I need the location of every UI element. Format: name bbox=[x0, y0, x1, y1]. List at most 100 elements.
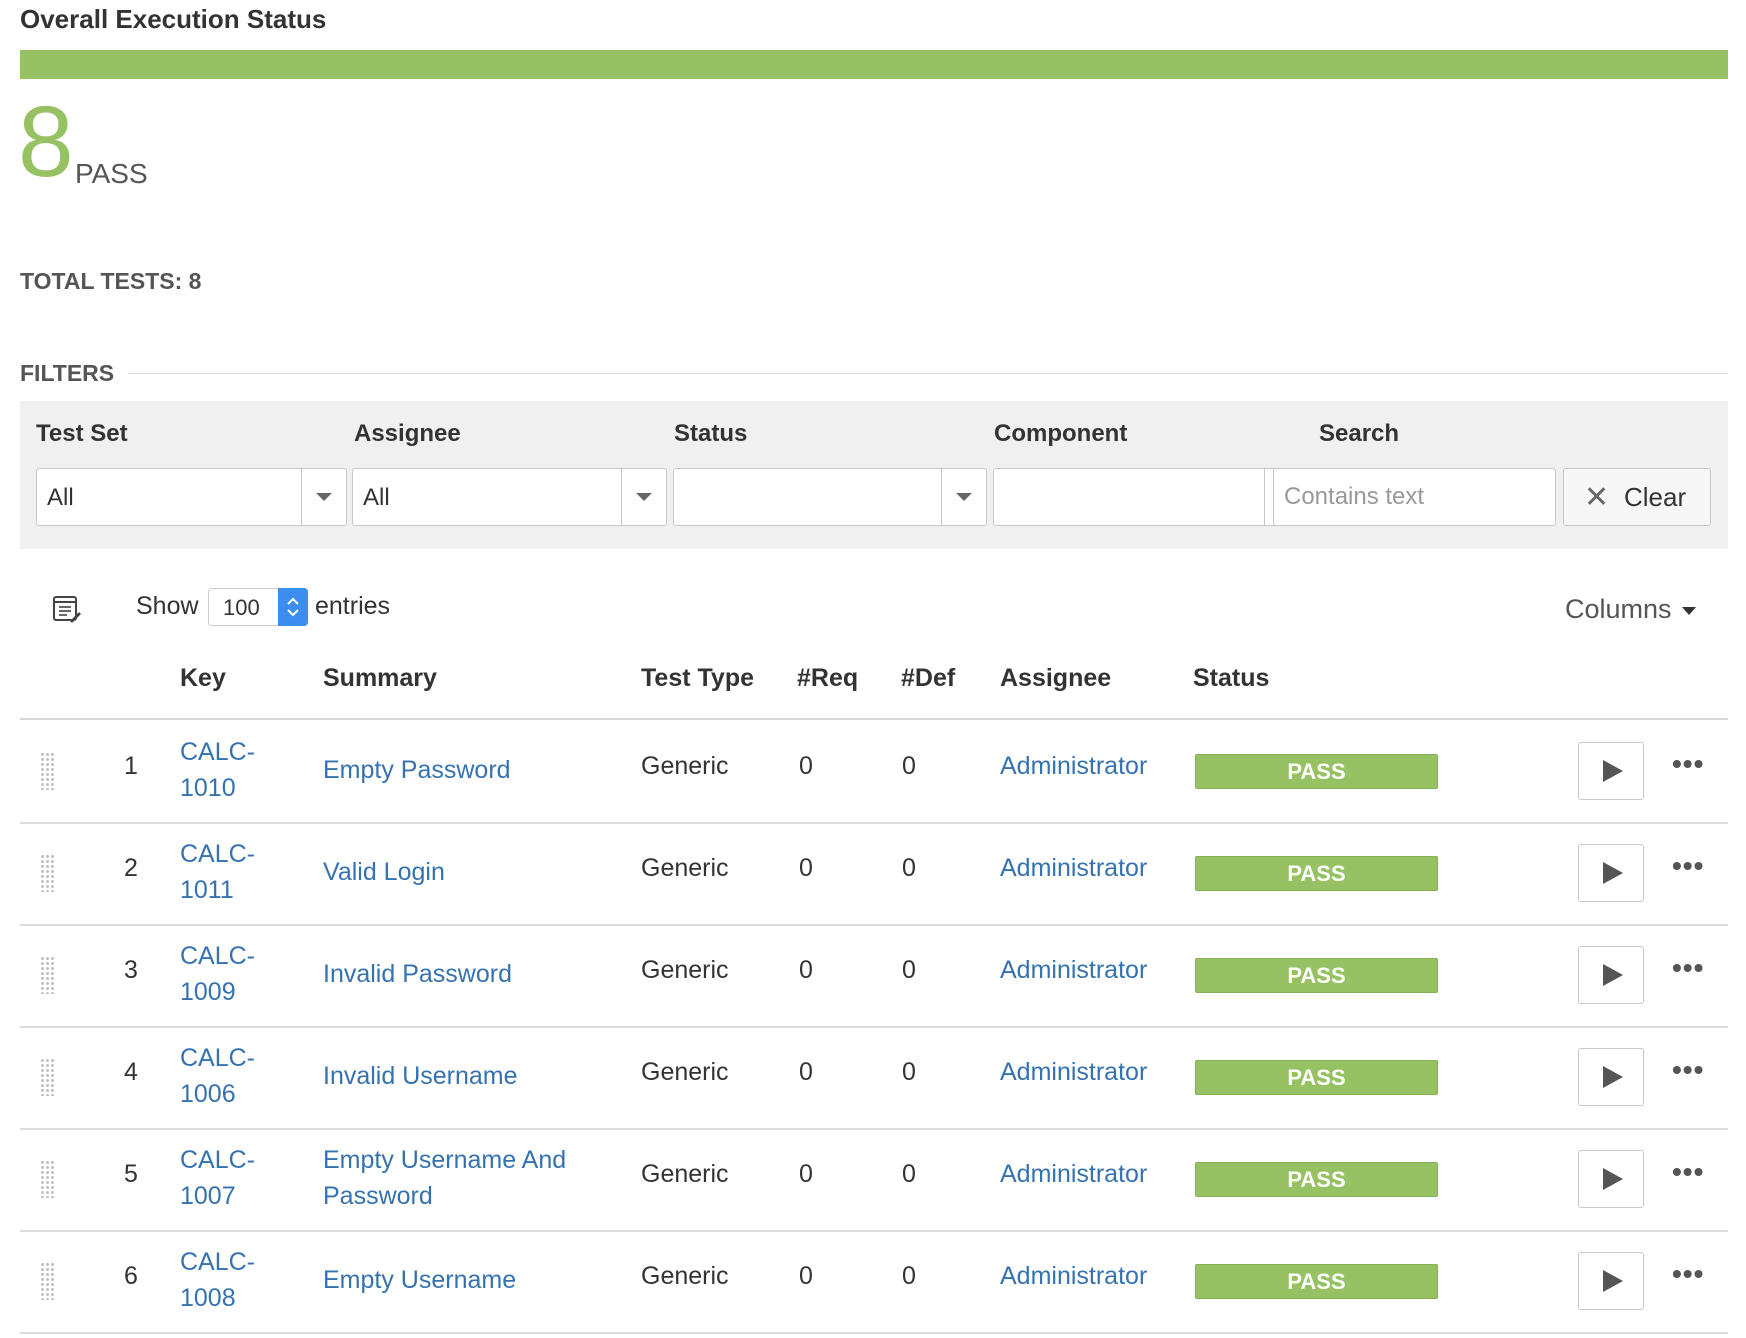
issue-key-link[interactable]: CALC- 1011 bbox=[180, 836, 255, 908]
assignee-link[interactable]: Administrator bbox=[1000, 752, 1147, 781]
test-type: Generic bbox=[641, 956, 729, 984]
caret-down-icon bbox=[1681, 606, 1696, 615]
status-badge: PASS bbox=[1195, 754, 1438, 789]
drag-handle-icon[interactable] bbox=[40, 1160, 54, 1198]
play-icon bbox=[1603, 760, 1623, 782]
issue-key-link[interactable]: CALC- 1006 bbox=[180, 1040, 255, 1112]
row-rank: 4 bbox=[124, 1058, 138, 1086]
issue-key-prefix: CALC- bbox=[180, 942, 256, 970]
clear-button[interactable]: ✕ Clear bbox=[1563, 468, 1711, 526]
status-badge: PASS bbox=[1195, 1162, 1438, 1197]
test-set-select[interactable]: All bbox=[36, 468, 347, 526]
issue-key-number: 1011 bbox=[180, 876, 234, 904]
table-row: 1 CALC- 1010 Empty Password Generic 0 0 Adminis… bbox=[20, 720, 1728, 824]
test-type: Generic bbox=[641, 1058, 729, 1086]
entries-select[interactable]: 100 bbox=[208, 588, 308, 626]
table-row: 4 CALC- 1006 Invalid Username Generic 0 0 Admin… bbox=[20, 1026, 1728, 1130]
drag-handle-icon[interactable] bbox=[40, 956, 54, 994]
issue-key-link[interactable]: CALC- 1009 bbox=[180, 938, 255, 1010]
column-header-assignee[interactable]: Assignee bbox=[1000, 664, 1111, 693]
execute-button[interactable] bbox=[1578, 1150, 1644, 1208]
def-count: 0 bbox=[902, 1160, 916, 1188]
table-settings-icon[interactable] bbox=[52, 594, 82, 624]
req-count: 0 bbox=[799, 1160, 813, 1188]
issue-key-prefix: CALC- bbox=[180, 840, 256, 868]
more-icon[interactable]: ••• bbox=[1672, 748, 1704, 780]
def-count: 0 bbox=[902, 956, 916, 984]
entries-value: 100 bbox=[223, 595, 260, 620]
play-icon bbox=[1603, 1168, 1623, 1190]
column-header-test-type[interactable]: Test Type bbox=[641, 664, 754, 693]
drag-handle-icon[interactable] bbox=[40, 1058, 54, 1096]
status-select[interactable] bbox=[673, 468, 987, 526]
search-input[interactable] bbox=[1273, 468, 1556, 526]
summary-link[interactable]: Empty Password bbox=[323, 752, 603, 788]
close-icon: ✕ bbox=[1584, 481, 1610, 514]
issue-key-prefix: CALC- bbox=[180, 738, 256, 766]
test-type: Generic bbox=[641, 1160, 729, 1188]
assignee-link[interactable]: Administrator bbox=[1000, 1058, 1147, 1087]
req-count: 0 bbox=[799, 752, 813, 780]
assignee-link[interactable]: Administrator bbox=[1000, 956, 1147, 985]
table-row: 5 CALC- 1007 Empty Username And Password Gen… bbox=[20, 1128, 1728, 1232]
def-count: 0 bbox=[902, 1262, 916, 1290]
more-icon[interactable]: ••• bbox=[1672, 850, 1704, 882]
columns-button[interactable]: Columns bbox=[1565, 594, 1696, 625]
assignee-value: All bbox=[363, 484, 390, 511]
column-header-req[interactable]: #Req bbox=[797, 664, 858, 693]
status-badge: PASS bbox=[1195, 1060, 1438, 1095]
column-header-status[interactable]: Status bbox=[1193, 664, 1269, 693]
test-type: Generic bbox=[641, 752, 729, 780]
play-icon bbox=[1603, 964, 1623, 986]
row-rank: 1 bbox=[124, 752, 138, 780]
more-icon[interactable]: ••• bbox=[1672, 1156, 1704, 1188]
drag-handle-icon[interactable] bbox=[40, 854, 54, 892]
total-tests: TOTAL TESTS: 8 bbox=[20, 268, 202, 294]
status-bar-pass-fill bbox=[20, 50, 1728, 79]
assignee-link[interactable]: Administrator bbox=[1000, 1160, 1147, 1189]
drag-handle-icon[interactable] bbox=[40, 1262, 54, 1300]
more-icon[interactable]: ••• bbox=[1672, 1054, 1704, 1086]
assignee-link[interactable]: Administrator bbox=[1000, 854, 1147, 883]
summary-link[interactable]: Empty Username bbox=[323, 1262, 603, 1298]
issue-key-prefix: CALC- bbox=[180, 1146, 256, 1174]
execute-button[interactable] bbox=[1578, 946, 1644, 1004]
execute-button[interactable] bbox=[1578, 1252, 1644, 1310]
execute-button[interactable] bbox=[1578, 844, 1644, 902]
def-count: 0 bbox=[902, 752, 916, 780]
table-row: 6 CALC- 1008 Empty Username Generic 0 0 Adminis… bbox=[20, 1230, 1728, 1334]
more-icon[interactable]: ••• bbox=[1672, 1258, 1704, 1290]
more-icon[interactable]: ••• bbox=[1672, 952, 1704, 984]
column-header-summary[interactable]: Summary bbox=[323, 664, 437, 693]
issue-key-link[interactable]: CALC- 1010 bbox=[180, 734, 255, 806]
row-rank: 6 bbox=[124, 1262, 138, 1290]
assignee-link[interactable]: Administrator bbox=[1000, 1262, 1147, 1291]
issue-key-link[interactable]: CALC- 1008 bbox=[180, 1244, 255, 1316]
chevron-down-icon bbox=[621, 469, 666, 525]
summary-link[interactable]: Invalid Password bbox=[323, 956, 603, 992]
show-label: Show bbox=[136, 592, 199, 620]
execute-button[interactable] bbox=[1578, 1048, 1644, 1106]
execute-button[interactable] bbox=[1578, 742, 1644, 800]
summary-link[interactable]: Invalid Username bbox=[323, 1058, 603, 1094]
play-icon bbox=[1603, 862, 1623, 884]
status-badge: PASS bbox=[1195, 1264, 1438, 1299]
issue-key-number: 1008 bbox=[180, 1284, 236, 1312]
req-count: 0 bbox=[799, 956, 813, 984]
row-rank: 3 bbox=[124, 956, 138, 984]
assignee-select[interactable]: All bbox=[352, 468, 667, 526]
drag-handle-icon[interactable] bbox=[40, 752, 54, 790]
summary-link[interactable]: Valid Login bbox=[323, 854, 603, 890]
summary-link[interactable]: Empty Username And Password bbox=[323, 1142, 603, 1214]
column-header-key[interactable]: Key bbox=[180, 664, 226, 693]
chevron-down-icon bbox=[941, 469, 986, 525]
def-count: 0 bbox=[902, 1058, 916, 1086]
table-row: 3 CALC- 1009 Invalid Password Generic 0 0 Admin… bbox=[20, 924, 1728, 1028]
component-select[interactable] bbox=[993, 468, 1310, 526]
issue-key-number: 1006 bbox=[180, 1080, 236, 1108]
issue-key-link[interactable]: CALC- 1007 bbox=[180, 1142, 255, 1214]
filter-label-assignee: Assignee bbox=[354, 420, 461, 447]
column-header-def[interactable]: #Def bbox=[901, 664, 955, 693]
issue-key-number: 1009 bbox=[180, 978, 236, 1006]
row-rank: 5 bbox=[124, 1160, 138, 1188]
